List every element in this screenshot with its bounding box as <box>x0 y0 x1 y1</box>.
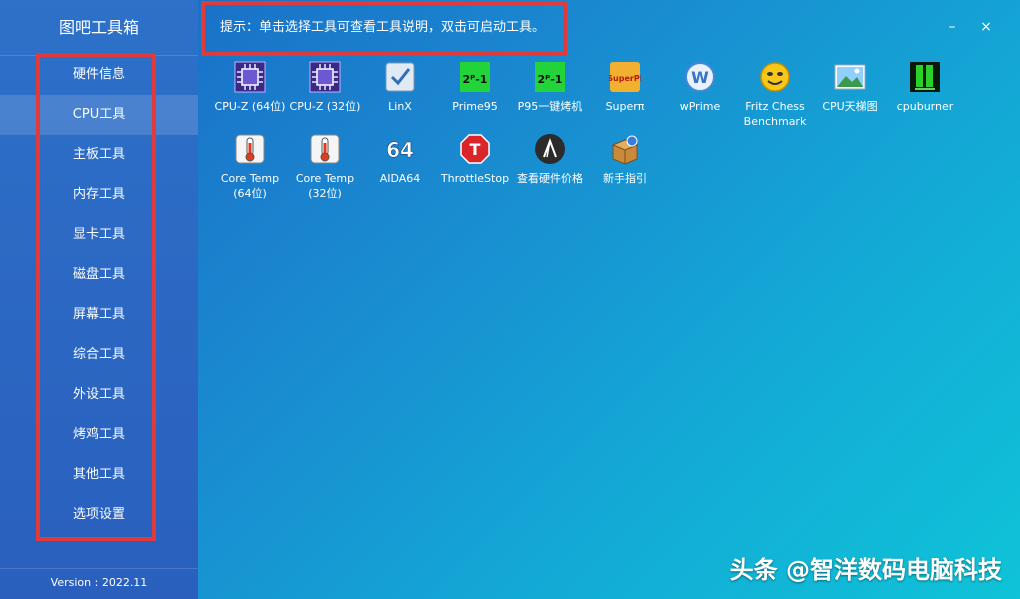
tool-fritz-chess[interactable]: Fritz Chess Benchmark <box>737 60 813 129</box>
tool-label: 新手指引 <box>603 172 647 185</box>
aida64-glyph: 64 <box>386 138 414 162</box>
stop-sign-icon: T <box>458 132 492 166</box>
wprime-icon: W <box>683 60 717 94</box>
tool-label: P95一键烤机 <box>517 100 583 113</box>
sidebar-item-peripheral-tools[interactable]: 外设工具 <box>0 375 198 415</box>
prime95-glyph: 2ᴾ-1 <box>463 73 488 86</box>
smiley-face-icon <box>758 60 792 94</box>
app-title: 图吧工具箱 <box>58 18 139 37</box>
sidebar-item-disk-tools[interactable]: 磁盘工具 <box>0 255 198 295</box>
tool-cpuz-32[interactable]: CPU-Z (32位) <box>287 60 363 114</box>
tool-superpi[interactable]: SuperPI Superπ <box>587 60 663 114</box>
stop-glyph: T <box>470 140 481 159</box>
package-guide-icon <box>608 132 642 166</box>
landscape-image-icon <box>833 60 867 94</box>
wprime-glyph: W <box>691 68 709 87</box>
tip-bar: 提示：单击选择工具可查看工具说明，双击可启动工具。 – × <box>198 0 1020 55</box>
cpuburner-icon <box>908 60 942 94</box>
checkmark-icon <box>383 60 417 94</box>
tool-throttlestop[interactable]: T ThrottleStop <box>437 132 513 186</box>
tool-coretemp-64[interactable]: Core Temp (64位) <box>212 132 288 201</box>
prime95-icon: 2ᴾ-1 <box>458 60 492 94</box>
tool-label: Core Temp (64位) <box>220 172 280 200</box>
tool-label: CPU-Z (64位) <box>214 100 286 113</box>
tool-wprime[interactable]: W wPrime <box>662 60 738 114</box>
superpi-icon: SuperPI <box>608 60 642 94</box>
superpi-glyph: SuperPI <box>609 74 641 83</box>
tool-label: ThrottleStop <box>440 172 510 185</box>
tool-aida64[interactable]: 64 AIDA64 <box>362 132 438 186</box>
version-label: Version : 2022.11 <box>50 576 148 589</box>
tool-cpu-ladder[interactable]: CPU天梯图 <box>812 60 888 114</box>
sidebar-item-hardware-info[interactable]: 硬件信息 <box>0 55 198 95</box>
tool-label: AIDA64 <box>379 172 421 185</box>
sidebar: 图吧工具箱 硬件信息 CPU工具 主板工具 内存工具 显卡工具 磁盘工具 屏幕工… <box>0 0 198 599</box>
tool-label: CPU-Z (32位) <box>289 100 361 113</box>
cpu-chip-icon <box>233 60 267 94</box>
tool-label: LinX <box>388 100 412 113</box>
tool-label: Prime95 <box>452 100 498 113</box>
app-window: 图吧工具箱 硬件信息 CPU工具 主板工具 内存工具 显卡工具 磁盘工具 屏幕工… <box>0 0 1020 599</box>
tool-beginner-guide[interactable]: 新手指引 <box>587 132 663 186</box>
tool-label: Fritz Chess Benchmark <box>743 100 807 128</box>
tool-cpuz-64[interactable]: CPU-Z (64位) <box>212 60 288 114</box>
tool-label: Core Temp (32位) <box>295 172 355 200</box>
minimize-button[interactable]: – <box>940 15 964 39</box>
tool-hardware-price[interactable]: 查看硬件价格 <box>512 132 588 186</box>
tool-label: CPU天梯图 <box>822 100 878 113</box>
sidebar-item-screen-tools[interactable]: 屏幕工具 <box>0 295 198 335</box>
tool-label: 查看硬件价格 <box>517 172 583 185</box>
tool-cpuburner[interactable]: cpuburner <box>887 60 963 114</box>
tool-label: wPrime <box>679 100 721 113</box>
tool-prime95[interactable]: 2ᴾ-1 Prime95 <box>437 60 513 114</box>
version-divider <box>0 568 198 569</box>
close-button[interactable]: × <box>974 15 998 39</box>
sidebar-item-memory-tools[interactable]: 内存工具 <box>0 175 198 215</box>
tool-label: Superπ <box>605 100 645 113</box>
sidebar-item-cpu-tools[interactable]: CPU工具 <box>0 95 198 135</box>
aida64-icon: 64 <box>383 132 417 166</box>
thermometer-icon <box>233 132 267 166</box>
tool-label: cpuburner <box>896 100 954 113</box>
prime95-icon: 2ᴾ-1 <box>533 60 567 94</box>
sidebar-item-motherboard-tools[interactable]: 主板工具 <box>0 135 198 175</box>
prime95-glyph: 2ᴾ-1 <box>538 73 563 86</box>
sidebar-item-general-tools[interactable]: 综合工具 <box>0 335 198 375</box>
sidebar-item-other-tools[interactable]: 其他工具 <box>0 455 198 495</box>
price-lookup-icon <box>533 132 567 166</box>
tip-text: 提示：单击选择工具可查看工具说明，双击可启动工具。 <box>220 20 546 35</box>
watermark: 头条 @智洋数码电脑科技 <box>729 556 1002 584</box>
thermometer-icon <box>308 132 342 166</box>
tool-p95-oneclick[interactable]: 2ᴾ-1 P95一键烤机 <box>512 60 588 114</box>
sidebar-item-stress-test-tools[interactable]: 烤鸡工具 <box>0 415 198 455</box>
cpu-chip-icon <box>308 60 342 94</box>
tool-linx[interactable]: LinX <box>362 60 438 114</box>
sidebar-item-settings[interactable]: 选项设置 <box>0 495 198 535</box>
sidebar-item-gpu-tools[interactable]: 显卡工具 <box>0 215 198 255</box>
tool-coretemp-32[interactable]: Core Temp (32位) <box>287 132 363 201</box>
